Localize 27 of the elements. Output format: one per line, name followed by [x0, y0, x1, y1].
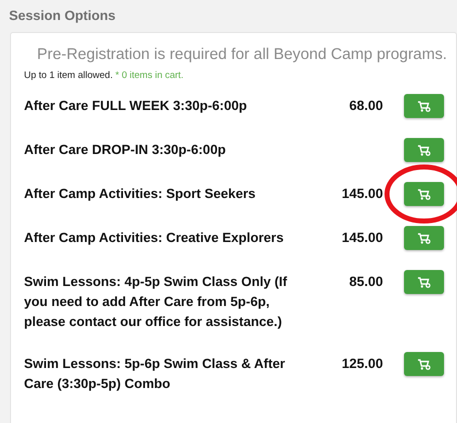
- session-name: After Care FULL WEEK 3:30p-6:00p: [24, 97, 248, 115]
- session-name: After Camp Activities: Sport Seekers: [24, 185, 257, 203]
- add-to-cart-button[interactable]: [404, 270, 444, 294]
- add-to-cart-button[interactable]: [404, 352, 444, 376]
- session-name: Swim Lessons: 5p-6p Swim Class & After Care (3:30p-5p) Combo: [24, 355, 286, 393]
- add-to-cart-button[interactable]: [404, 138, 444, 162]
- session-name: After Camp Activities: Creative Explorers: [24, 229, 285, 247]
- cart-add-icon: [418, 188, 430, 200]
- cart-add-icon: [418, 100, 430, 112]
- session-name: Swim Lessons: 4p-5p Swim Class Only (If you need to add After Care from 5p-6p, please contact our office for assistance.): [24, 273, 288, 331]
- session-price: 68.00: [348, 97, 383, 115]
- section-title: Session Options: [8, 7, 116, 25]
- session-price: 145.00: [340, 185, 383, 203]
- cart-add-icon: [418, 358, 430, 370]
- cart-add-icon: [418, 232, 430, 244]
- limit-text: Up to 1 item allowed.: [24, 70, 113, 81]
- add-to-cart-button[interactable]: [404, 226, 444, 250]
- add-to-cart-button[interactable]: [404, 94, 444, 118]
- session-price: 145.00: [340, 229, 383, 247]
- cart-add-icon: [418, 276, 430, 288]
- session-price: 85.00: [348, 273, 383, 291]
- session-price: 125.00: [340, 355, 383, 373]
- notice-heading: Pre-Registration is required for all Beyond Camp programs.: [37, 46, 447, 64]
- cart-status: * 0 items in cart.: [115, 70, 184, 81]
- cart-add-icon: [418, 144, 430, 156]
- session-name: After Care DROP-IN 3:30p-6:00p: [24, 141, 227, 159]
- add-to-cart-button[interactable]: [404, 182, 444, 206]
